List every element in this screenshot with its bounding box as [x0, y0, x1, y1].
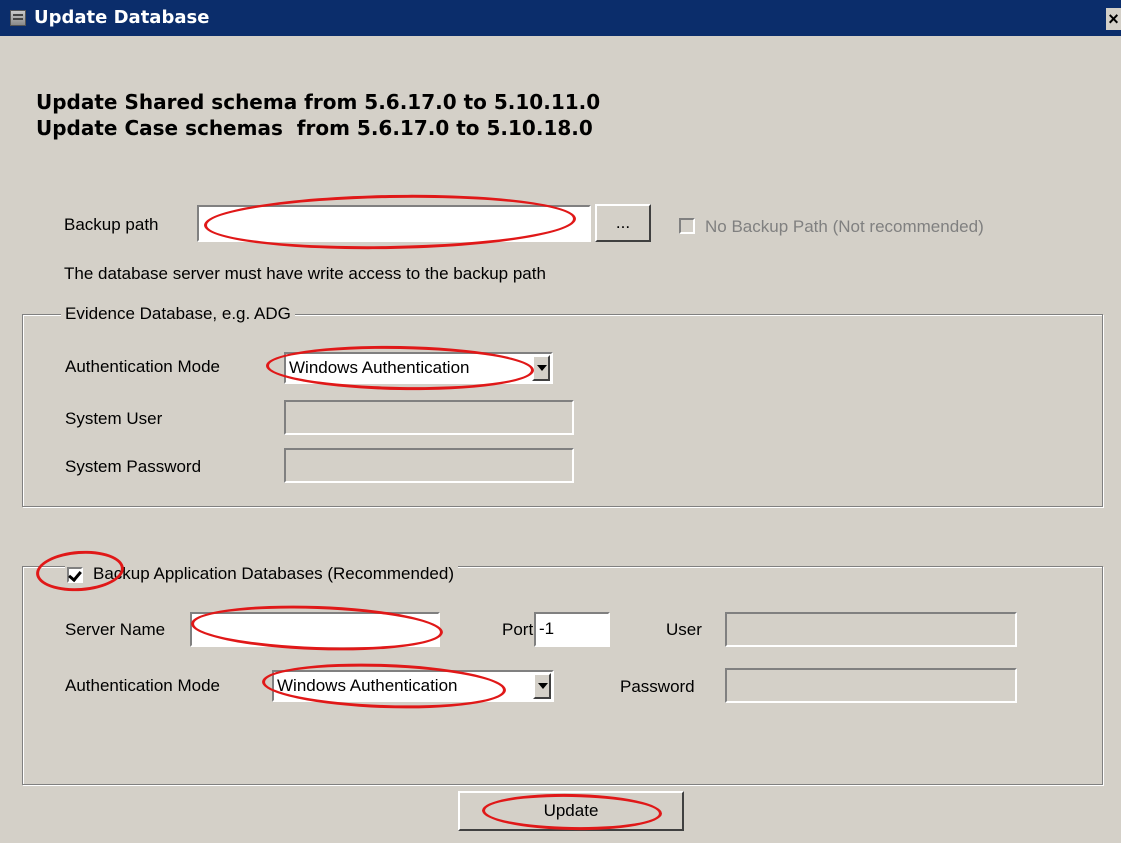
evidence-database-group-label: Evidence Database, e.g. ADG: [61, 304, 295, 324]
app-auth-mode-label: Authentication Mode: [65, 676, 220, 695]
backup-path-note: The database server must have write acce…: [64, 264, 546, 283]
browse-button[interactable]: ...: [595, 204, 651, 242]
port-input[interactable]: -1: [534, 612, 610, 647]
port-label: Port: [502, 620, 534, 639]
port-value: -1: [539, 619, 555, 638]
update-button[interactable]: Update: [458, 791, 684, 831]
no-backup-path-label: No Backup Path (Not recommended): [705, 217, 984, 236]
schema-update-line-2: Update Case schemas from 5.6.17.0 to 5.1…: [36, 116, 593, 140]
evidence-auth-mode-label: Authentication Mode: [65, 357, 220, 376]
chevron-down-icon[interactable]: [533, 673, 551, 699]
backup-path-label: Backup path: [64, 215, 159, 234]
system-password-input[interactable]: [284, 448, 574, 483]
system-user-label: System User: [65, 409, 163, 428]
backup-app-databases-label: Backup Application Databases (Recommende…: [65, 564, 458, 584]
app-auth-mode-value: Windows Authentication: [277, 676, 458, 695]
redaction-blob: [214, 211, 554, 239]
close-icon[interactable]: ×: [1106, 8, 1121, 30]
system-user-input[interactable]: [284, 400, 574, 435]
no-backup-path-checkbox[interactable]: [679, 218, 695, 234]
user-input[interactable]: [725, 612, 1017, 647]
dialog-body: Update Shared schema from 5.6.17.0 to 5.…: [8, 36, 1121, 843]
server-name-label: Server Name: [65, 620, 166, 639]
checkmark-icon: [68, 567, 82, 583]
database-icon: [10, 10, 26, 26]
evidence-auth-mode-value: Windows Authentication: [289, 358, 470, 377]
chevron-down-icon[interactable]: [532, 355, 550, 381]
user-label: User: [666, 620, 702, 639]
schema-update-line-1: Update Shared schema from 5.6.17.0 to 5.…: [36, 90, 601, 114]
window-title: Update Database: [34, 7, 210, 28]
system-password-label: System Password: [65, 457, 202, 476]
title-bar: Update Database: [0, 0, 1121, 36]
password-input[interactable]: [725, 668, 1017, 703]
backup-app-databases-checkbox[interactable]: [67, 567, 83, 583]
redaction-blob: [208, 616, 418, 642]
app-auth-mode-dropdown[interactable]: Windows Authentication: [272, 670, 554, 702]
evidence-auth-mode-dropdown[interactable]: Windows Authentication: [284, 352, 553, 384]
password-label: Password: [620, 677, 695, 696]
